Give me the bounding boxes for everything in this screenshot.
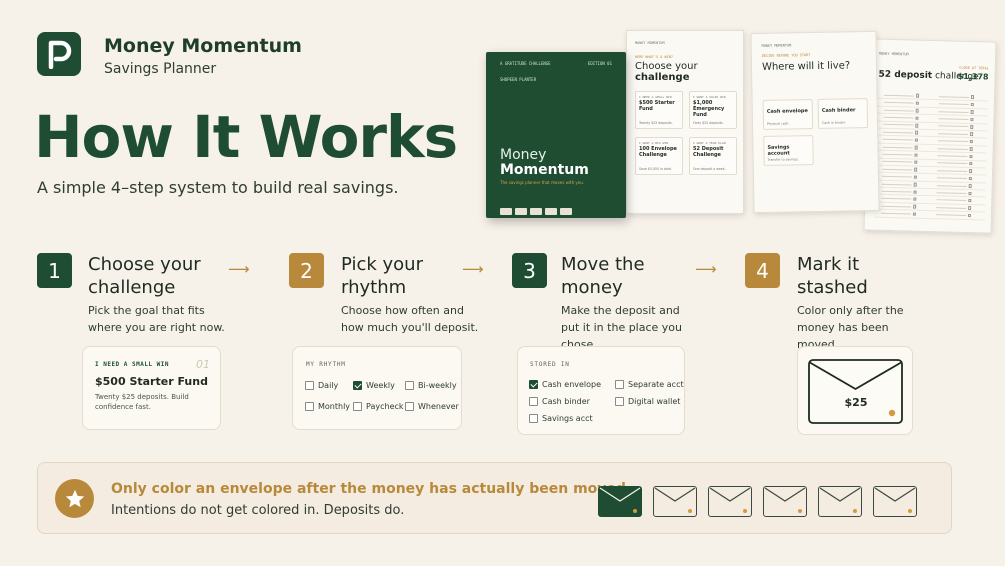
- checkbox[interactable]: [305, 381, 314, 390]
- page-box: I WANT A BIG WIN 100 Envelope Challenge Sa…: [635, 137, 683, 175]
- checkbox[interactable]: [353, 402, 362, 411]
- card-desc: Twenty $25 deposits. Build confidence fa…: [95, 393, 189, 411]
- card-kicker: I NEED A SMALL WIN: [95, 361, 170, 368]
- preview-page-52-deposit: MONEY MOMENTUM 52 deposit challenge CLOS…: [863, 38, 997, 234]
- checkbox[interactable]: [615, 380, 624, 389]
- planner-book-cover: A GRATITUDE CHALLENGE EDITION 01 SHOPEEN…: [486, 52, 626, 218]
- brand-logo: [37, 32, 81, 76]
- rhythm-option-daily[interactable]: Daily: [305, 381, 338, 390]
- page-title: How It Works: [34, 103, 458, 171]
- brand-name: Money Momentum: [104, 35, 302, 57]
- deposit-row: [874, 209, 986, 221]
- book-chips: [500, 208, 572, 215]
- envelope-icon: [808, 359, 903, 424]
- brand-subtitle: Savings Planner: [104, 61, 217, 77]
- stored-option-digital-wallet[interactable]: Digital wallet: [615, 397, 680, 406]
- p-logo-icon: [48, 40, 72, 69]
- page-box: I NEED A SMALL WIN $500 Starter Fund Twent…: [635, 91, 683, 129]
- page-title-text: Where will it live?: [761, 60, 851, 73]
- step-2-badge: 2: [289, 253, 324, 288]
- page-box: I WANT A YEAR PLAN 52 Deposit Challenge On…: [689, 137, 737, 175]
- page-box: Cash envelope Physical cash.: [762, 99, 814, 130]
- checkbox-checked[interactable]: [353, 381, 362, 390]
- envelope-empty-icon: [873, 486, 917, 517]
- page-header: MONEY MOMENTUM: [635, 41, 665, 45]
- page-step-label: DECIDE BEFORE YOU START: [761, 53, 811, 58]
- step-4-badge: 4: [745, 253, 780, 288]
- page-header: MONEY MOMENTUM: [761, 43, 792, 48]
- banner-headline: Only color an envelope after the money h…: [111, 481, 632, 497]
- stored-in-card: STORED IN Cash envelope Separate acct Ca…: [517, 346, 685, 435]
- book-author: SHOPEEN PLANTER: [500, 77, 537, 82]
- page-step-label: HERE WHAT'S A WIN?: [635, 55, 673, 59]
- page-subtitle: A simple 4–step system to build real sav…: [37, 178, 399, 197]
- step-4-title: Mark it stashed: [797, 254, 868, 298]
- page-box: I WANT A SOLID WIN $1,000 Emergency Fund F…: [689, 91, 737, 129]
- envelope-empty-icon: [653, 486, 697, 517]
- page-title-text: Choose your challenge: [635, 61, 698, 83]
- deposit-grid: [874, 91, 989, 221]
- checkbox[interactable]: [529, 414, 538, 423]
- step-1-title: Choose your challenge: [88, 254, 201, 298]
- stored-option-separate-acct[interactable]: Separate acct: [615, 380, 684, 389]
- envelope-row: [598, 486, 917, 517]
- envelope-filled-icon: [598, 486, 642, 517]
- stored-option-savings-acct[interactable]: Savings acct: [529, 414, 593, 423]
- step-2-title: Pick your rhythm: [341, 254, 423, 298]
- checkbox[interactable]: [305, 402, 314, 411]
- envelope-empty-icon: [763, 486, 807, 517]
- checkbox[interactable]: [529, 397, 538, 406]
- preview-page-where: MONEY MOMENTUM DECIDE BEFORE YOU START W…: [750, 30, 880, 214]
- step-3-title: Move the money: [561, 254, 645, 298]
- checkbox[interactable]: [405, 381, 414, 390]
- step-1-badge: 1: [37, 253, 72, 288]
- arrow-right-icon: ⟶: [462, 260, 484, 278]
- stored-option-cash-envelope[interactable]: Cash envelope: [529, 380, 601, 389]
- page-box: Cash binder Cash in binder.: [817, 98, 869, 129]
- book-series: A GRATITUDE CHALLENGE: [500, 61, 551, 66]
- book-title-line1: Money: [500, 147, 547, 163]
- star-icon: [55, 479, 94, 518]
- envelope-amount: $25: [844, 396, 868, 409]
- challenge-card: I NEED A SMALL WIN 01 $500 Starter Fund …: [82, 346, 221, 430]
- rhythm-option-whenever[interactable]: Whenever: [405, 402, 459, 411]
- checkbox[interactable]: [615, 397, 624, 406]
- total-amount: $1,378: [957, 71, 989, 82]
- step-2-desc: Choose how often and how much you'll dep…: [341, 304, 479, 334]
- checkbox[interactable]: [405, 402, 414, 411]
- page-header: MONEY MOMENTUM: [879, 51, 909, 57]
- envelope-card: $25: [797, 346, 913, 435]
- rhythm-option-biweekly[interactable]: Bi-weekly: [405, 381, 457, 390]
- arrow-right-icon: ⟶: [228, 260, 250, 278]
- arrow-right-icon: ⟶: [695, 260, 717, 278]
- card-title: $500 Starter Fund: [95, 375, 208, 388]
- stored-option-cash-binder[interactable]: Cash binder: [529, 397, 590, 406]
- banner-subtext: Intentions do not get colored in. Deposi…: [111, 503, 405, 518]
- envelope-empty-icon: [708, 486, 752, 517]
- page-box: Savings account Transfer to savings.: [763, 135, 814, 166]
- checkbox-checked[interactable]: [529, 380, 538, 389]
- step-1-desc: Pick the goal that fits where you are ri…: [88, 304, 225, 334]
- total-label: CLOSE AT TOTAL: [959, 65, 989, 71]
- rhythm-card: MY RHYTHM Daily Weekly Bi-weekly Monthly…: [292, 346, 462, 430]
- rhythm-option-paycheck[interactable]: Paycheck: [353, 402, 404, 411]
- card-heading: MY RHYTHM: [306, 361, 346, 368]
- rhythm-option-monthly[interactable]: Monthly: [305, 402, 350, 411]
- book-tagline: The savings planner that moves with you.: [500, 180, 585, 185]
- rhythm-option-weekly[interactable]: Weekly: [353, 381, 395, 390]
- book-title-line2: Momentum: [500, 162, 589, 178]
- preview-page-choose: MONEY MOMENTUM HERE WHAT'S A WIN? Choose…: [626, 30, 744, 214]
- card-heading: STORED IN: [530, 361, 570, 368]
- step-3-badge: 3: [512, 253, 547, 288]
- envelope-empty-icon: [818, 486, 862, 517]
- card-index: 01: [196, 358, 210, 371]
- book-edition: EDITION 01: [587, 61, 612, 66]
